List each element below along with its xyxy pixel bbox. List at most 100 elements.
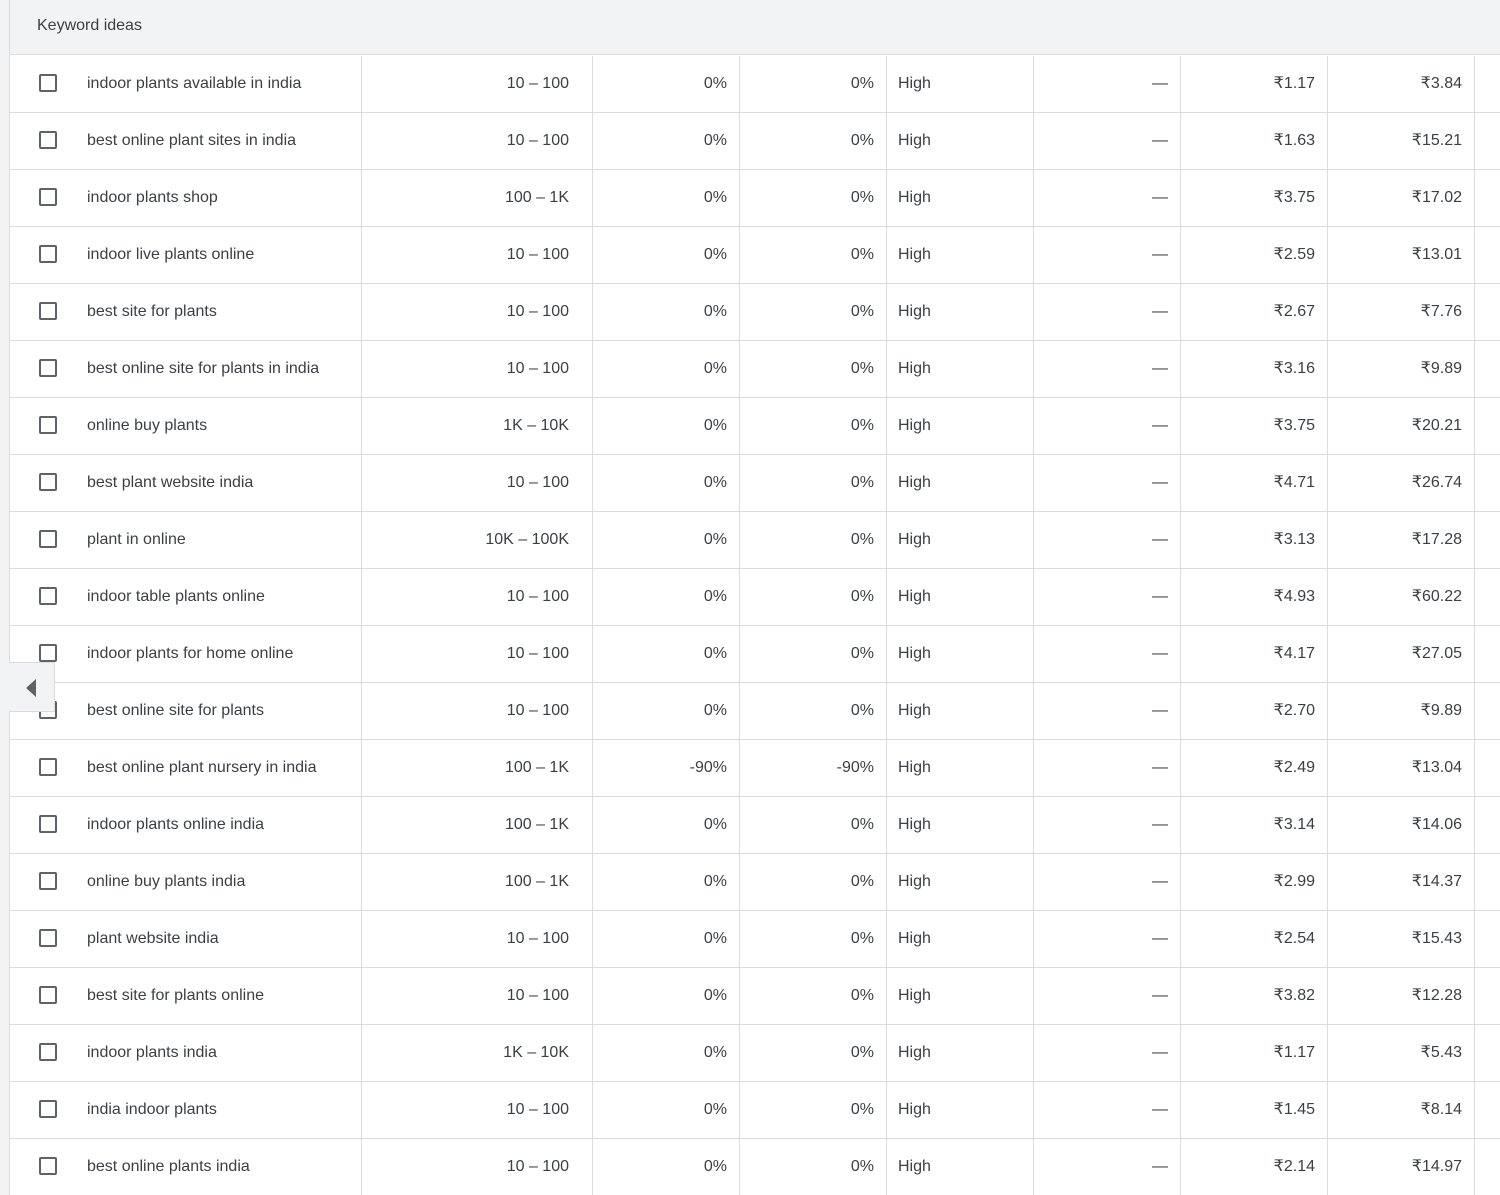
top-of-page-bid-low: ₹2.99 <box>1181 854 1328 910</box>
avg-monthly-searches: 10 – 100 <box>363 968 593 1024</box>
top-of-page-bid-high: ₹8.14 <box>1328 1082 1475 1138</box>
row-checkbox[interactable] <box>39 758 57 776</box>
table-row: indoor plants online india 100 – 1K 0% 0… <box>10 797 1500 854</box>
keyword-text: best online site for plants <box>87 702 264 719</box>
chevron-left-icon <box>26 679 36 697</box>
row-checkbox[interactable] <box>39 1100 57 1118</box>
row-checkbox[interactable] <box>39 1043 57 1061</box>
top-of-page-bid-high: ₹14.06 <box>1328 797 1475 853</box>
table-row: plant in online 10K – 100K 0% 0% High — … <box>10 512 1500 569</box>
avg-monthly-searches: 10 – 100 <box>363 455 593 511</box>
row-checkbox[interactable] <box>39 74 57 92</box>
table-row: indoor plants india 1K – 10K 0% 0% High … <box>10 1025 1500 1082</box>
section-header: Keyword ideas <box>10 0 1500 55</box>
competition: High <box>887 455 1034 511</box>
row-checkbox[interactable] <box>39 302 57 320</box>
competition: High <box>887 284 1034 340</box>
table-row: best online site for plants in india 10 … <box>10 341 1500 398</box>
row-checkbox[interactable] <box>39 188 57 206</box>
top-of-page-bid-high: ₹15.21 <box>1328 113 1475 169</box>
row-checkbox[interactable] <box>39 815 57 833</box>
keyword-cell: indoor plants available in india <box>10 56 362 112</box>
keyword-cell: best plant website india <box>10 455 362 511</box>
row-checkbox[interactable] <box>39 644 57 662</box>
ad-impression-share: — <box>1034 797 1181 853</box>
keyword-cell: indoor plants for home online <box>10 626 362 682</box>
top-of-page-bid-low: ₹1.63 <box>1181 113 1328 169</box>
three-month-change: -90% <box>593 740 740 796</box>
top-of-page-bid-low: ₹4.17 <box>1181 626 1328 682</box>
top-of-page-bid-high: ₹5.43 <box>1328 1025 1475 1081</box>
top-of-page-bid-low: ₹1.45 <box>1181 1082 1328 1138</box>
keyword-table: indoor plants available in india 10 – 10… <box>10 56 1500 1195</box>
top-of-page-bid-low: ₹2.67 <box>1181 284 1328 340</box>
three-month-change: 0% <box>593 1025 740 1081</box>
row-checkbox[interactable] <box>39 1157 57 1175</box>
avg-monthly-searches: 10 – 100 <box>363 626 593 682</box>
three-month-change: 0% <box>593 1082 740 1138</box>
competition: High <box>887 341 1034 397</box>
three-month-change: 0% <box>593 569 740 625</box>
row-checkbox[interactable] <box>39 530 57 548</box>
three-month-change: 0% <box>593 797 740 853</box>
three-month-change: 0% <box>593 512 740 568</box>
table-row: online buy plants india 100 – 1K 0% 0% H… <box>10 854 1500 911</box>
ad-impression-share: — <box>1034 341 1181 397</box>
keyword-text: indoor plants shop <box>87 189 218 206</box>
avg-monthly-searches: 10 – 100 <box>363 341 593 397</box>
table-row: best online site for plants 10 – 100 0% … <box>10 683 1500 740</box>
avg-monthly-searches: 1K – 10K <box>363 398 593 454</box>
competition: High <box>887 854 1034 910</box>
yoy-change: 0% <box>740 113 887 169</box>
row-checkbox[interactable] <box>39 872 57 890</box>
table-row: best site for plants 10 – 100 0% 0% High… <box>10 284 1500 341</box>
table-row: best online plant nursery in india 100 –… <box>10 740 1500 797</box>
avg-monthly-searches: 10 – 100 <box>363 1082 593 1138</box>
top-of-page-bid-high: ₹12.28 <box>1328 968 1475 1024</box>
top-of-page-bid-high: ₹26.74 <box>1328 455 1475 511</box>
keyword-text: best site for plants <box>87 303 217 320</box>
row-checkbox[interactable] <box>39 359 57 377</box>
keyword-text: best online plants india <box>87 1158 250 1175</box>
keyword-text: indoor plants online india <box>87 816 265 833</box>
yoy-change: 0% <box>740 1139 887 1195</box>
top-of-page-bid-high: ₹3.84 <box>1328 56 1475 112</box>
three-month-change: 0% <box>593 284 740 340</box>
table-row: plant website india 10 – 100 0% 0% High … <box>10 911 1500 968</box>
avg-monthly-searches: 100 – 1K <box>363 797 593 853</box>
row-checkbox[interactable] <box>39 416 57 434</box>
competition: High <box>887 1025 1034 1081</box>
keyword-cell: best site for plants <box>10 284 362 340</box>
row-checkbox[interactable] <box>39 473 57 491</box>
keyword-cell: india indoor plants <box>10 1082 362 1138</box>
ad-impression-share: — <box>1034 170 1181 226</box>
collapse-panel-button[interactable] <box>9 662 55 712</box>
yoy-change: 0% <box>740 569 887 625</box>
ad-impression-share: — <box>1034 569 1181 625</box>
yoy-change: 0% <box>740 284 887 340</box>
top-of-page-bid-high: ₹9.89 <box>1328 683 1475 739</box>
left-gutter <box>0 0 10 1195</box>
table-row: online buy plants 1K – 10K 0% 0% High — … <box>10 398 1500 455</box>
keyword-cell: indoor plants online india <box>10 797 362 853</box>
competition: High <box>887 683 1034 739</box>
keyword-ideas-page: Keyword ideas indoor plants available in… <box>0 0 1500 1195</box>
row-checkbox[interactable] <box>39 929 57 947</box>
keyword-text: indoor plants india <box>87 1044 217 1061</box>
keyword-text: plant website india <box>87 930 219 947</box>
row-checkbox[interactable] <box>39 245 57 263</box>
competition: High <box>887 512 1034 568</box>
top-of-page-bid-high: ₹17.02 <box>1328 170 1475 226</box>
row-checkbox[interactable] <box>39 986 57 1004</box>
avg-monthly-searches: 10 – 100 <box>363 911 593 967</box>
yoy-change: 0% <box>740 170 887 226</box>
row-checkbox[interactable] <box>39 131 57 149</box>
competition: High <box>887 569 1034 625</box>
yoy-change: 0% <box>740 968 887 1024</box>
ad-impression-share: — <box>1034 113 1181 169</box>
keyword-cell: indoor plants shop <box>10 170 362 226</box>
top-of-page-bid-low: ₹1.17 <box>1181 56 1328 112</box>
yoy-change: 0% <box>740 227 887 283</box>
row-checkbox[interactable] <box>39 587 57 605</box>
ad-impression-share: — <box>1034 854 1181 910</box>
